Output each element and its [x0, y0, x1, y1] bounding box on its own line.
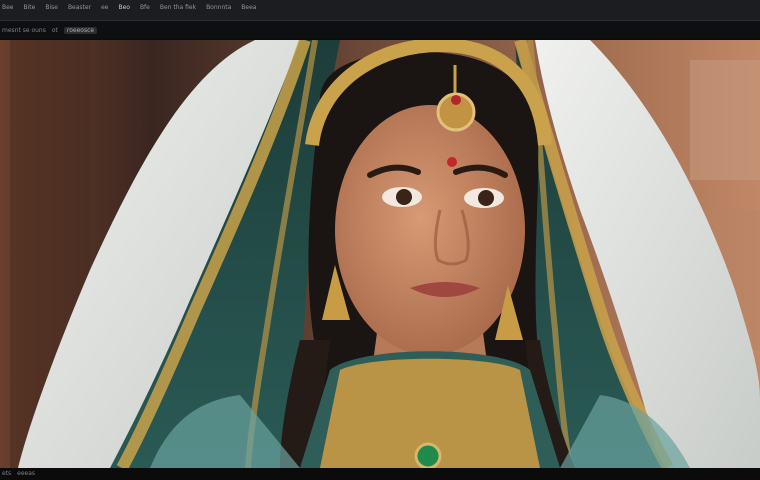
breadcrumb: mesnt se ouns ot roeeosce: [2, 27, 98, 34]
menu-item-8[interactable]: Bonnnta: [206, 4, 231, 11]
menu-item-0[interactable]: Bee: [2, 4, 14, 11]
iris-right: [478, 190, 494, 206]
menu-strip: Bee Bite Bise Beaster ee Beo Bfe Ben tha…: [0, 4, 256, 11]
menu-item-6[interactable]: Bfe: [140, 4, 150, 11]
menu-item-3[interactable]: Beaster: [68, 4, 91, 11]
face: [335, 105, 525, 355]
status-items: ets eeeas: [2, 470, 35, 477]
menu-item-9[interactable]: Beea: [241, 4, 256, 11]
status-item-0: ets: [2, 470, 12, 477]
breadcrumb-item-1[interactable]: ot: [52, 27, 58, 34]
menu-item-5[interactable]: Beo: [118, 4, 129, 11]
breadcrumb-item-2[interactable]: roeeosce: [63, 27, 98, 34]
iris-left: [396, 189, 412, 205]
portrait-image: [0, 40, 760, 468]
status-bar: ets eeeas: [0, 468, 760, 480]
carved-panel-right: [690, 60, 760, 180]
breadcrumb-item-0[interactable]: mesnt se ouns: [2, 27, 46, 34]
sub-toolbar: mesnt se ouns ot roeeosce: [0, 21, 760, 39]
menu-item-4[interactable]: ee: [101, 4, 108, 11]
maang-tikka-stone: [451, 95, 461, 105]
image-viewer[interactable]: [0, 40, 760, 468]
menu-item-2[interactable]: Bise: [45, 4, 58, 11]
menu-item-7[interactable]: Ben tha fiek: [160, 4, 196, 11]
bindi: [447, 157, 457, 167]
status-item-1: eeeas: [17, 470, 36, 477]
emerald-pendant: [414, 442, 442, 468]
menu-item-1[interactable]: Bite: [24, 4, 36, 11]
top-menu-bar: Bee Bite Bise Beaster ee Beo Bfe Ben tha…: [0, 0, 760, 21]
